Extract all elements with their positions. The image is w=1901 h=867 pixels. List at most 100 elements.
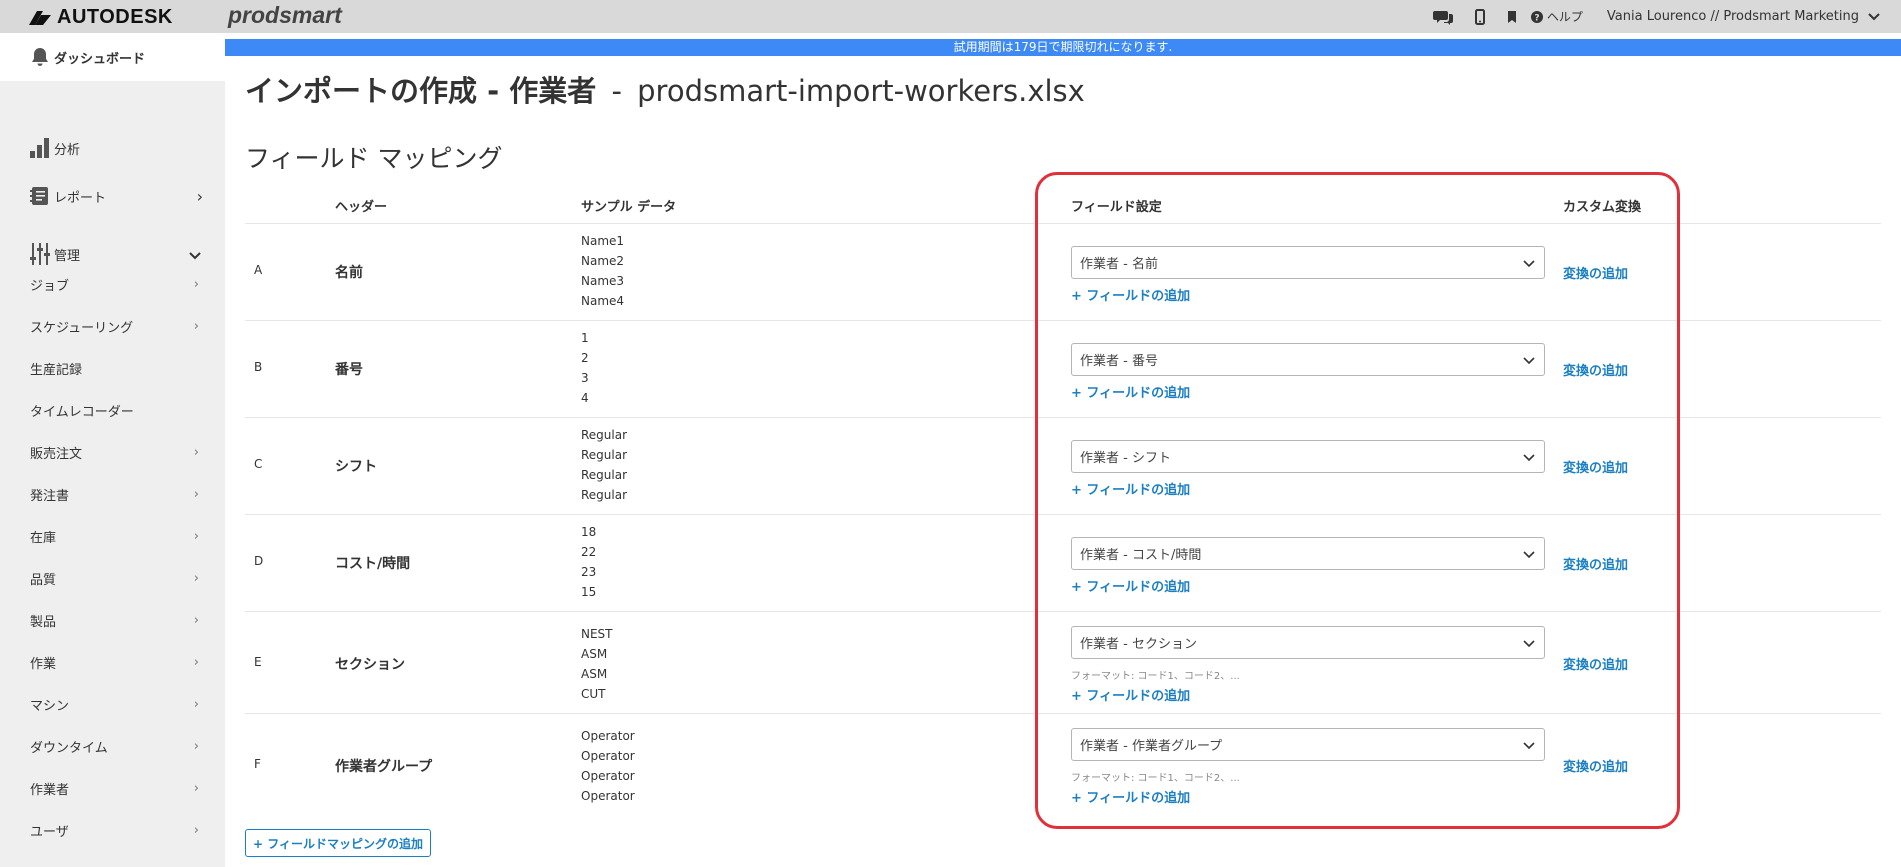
sidebar-item-operations[interactable]: 作業 ›	[0, 651, 225, 673]
prodsmart-logo[interactable]: prodsmart	[228, 2, 342, 29]
chat-icon[interactable]	[1432, 9, 1453, 25]
chevron-right-icon: ›	[193, 486, 199, 502]
add-transform-link[interactable]: 変換の追加	[1563, 263, 1628, 282]
trial-banner: 試用期間は179日で期限切れになります.	[225, 39, 1901, 56]
field-select[interactable]: 作業者 - 番号	[1071, 343, 1545, 376]
sidebar-item-label: ユーザ	[30, 824, 69, 840]
user-menu[interactable]: Vania Lourenco // Prodsmart Marketing	[1607, 9, 1881, 24]
sidebar-item-admin[interactable]: 管理	[0, 239, 225, 269]
sidebar-item-label: 発注書	[30, 488, 70, 504]
sidebar-item-products[interactable]: 製品 ›	[0, 609, 225, 631]
sidebar-item-jobs[interactable]: ジョブ ›	[0, 273, 225, 295]
page-title-separator: -	[611, 74, 622, 108]
chevron-down-icon	[189, 245, 201, 264]
add-transform-link[interactable]: 変換の追加	[1563, 756, 1628, 775]
row-samples: Regular Regular Regular Regular	[581, 425, 627, 505]
sample-value: Name4	[581, 294, 625, 308]
format-hint: フォーマット: コード1、コード2、...	[1071, 671, 1240, 682]
add-field-link[interactable]: + フィールドの追加	[1071, 787, 1190, 806]
bookmark-icon[interactable]	[1507, 10, 1517, 24]
sidebar-item-purchase-orders[interactable]: 発注書 ›	[0, 483, 225, 505]
sidebar-item-time-recorder[interactable]: タイムレコーダー	[0, 399, 225, 421]
sidebar-item-label: 分析	[54, 142, 81, 158]
sample-value: Operator	[581, 769, 635, 783]
sidebar-item-quality[interactable]: 品質 ›	[0, 567, 225, 589]
top-actions: ? ヘルプ Vania Lourenco // Prodsmart Market…	[1411, 0, 1881, 33]
row-header: セクション	[335, 657, 405, 673]
row-samples: 18 22 23 15	[581, 522, 596, 602]
sample-value: Operator	[581, 729, 635, 743]
add-transform-link[interactable]: 変換の追加	[1563, 457, 1628, 476]
sidebar-item-label: 品質	[30, 572, 57, 588]
field-select[interactable]: 作業者 - 作業者グループ	[1071, 728, 1545, 761]
user-label: Vania Lourenco // Prodsmart Marketing	[1606, 9, 1859, 24]
page-title: インポートの作成 - 作業者 - prodsmart-import-worker…	[245, 68, 1085, 110]
report-icon	[30, 185, 50, 207]
bar-chart-icon	[30, 137, 50, 159]
column-header-header: ヘッダー	[335, 200, 388, 215]
sidebar-item-scheduling[interactable]: スケジューリング ›	[0, 315, 225, 337]
sample-value: Name3	[581, 274, 625, 288]
sample-value: Regular	[581, 488, 628, 502]
sample-value: Name1	[581, 234, 625, 248]
chevron-right-icon: ›	[196, 186, 203, 206]
sample-value: CUT	[581, 687, 606, 701]
sidebar-item-label: 作業者	[30, 782, 70, 798]
chevron-right-icon: ›	[193, 780, 199, 796]
field-select[interactable]: 作業者 - シフト	[1071, 440, 1545, 473]
field-select-value: 作業者 - 名前	[1080, 257, 1158, 272]
sidebar-item-dashboard[interactable]: ダッシュボード	[0, 33, 225, 81]
sidebar-item-inventory[interactable]: 在庫 ›	[0, 525, 225, 547]
row-letter: F	[254, 757, 261, 771]
chevron-down-icon	[1868, 12, 1880, 20]
sidebar-item-sales-orders[interactable]: 販売注文 ›	[0, 441, 225, 463]
sidebar-item-production-records[interactable]: 生産記録	[0, 357, 225, 379]
row-samples: Name1 Name2 Name3 Name4	[581, 231, 624, 311]
row-header: コスト/時間	[335, 556, 411, 572]
sample-value: 3	[581, 371, 589, 385]
sidebar-item-label: タイムレコーダー	[30, 404, 134, 420]
row-header: シフト	[335, 459, 377, 475]
mobile-icon[interactable]	[1474, 8, 1485, 25]
chevron-right-icon: ›	[193, 654, 199, 670]
add-field-link[interactable]: + フィールドの追加	[1071, 285, 1190, 304]
table-row: B 番号 1 2 3 4 作業者 - 番号 + フィールドの追加 変換の追加	[245, 320, 1881, 417]
chevron-right-icon: ›	[193, 318, 199, 334]
chevron-right-icon: ›	[193, 612, 199, 628]
row-letter: D	[254, 554, 264, 568]
sidebar-item-machines[interactable]: マシン ›	[0, 693, 225, 715]
field-select[interactable]: 作業者 - セクション	[1071, 626, 1545, 659]
field-select-value: 作業者 - 作業者グループ	[1080, 739, 1223, 754]
format-hint: フォーマット: コード1、コード2、...	[1071, 773, 1240, 784]
sidebar-item-users[interactable]: ユーザ ›	[0, 819, 225, 841]
sidebar-item-workers[interactable]: 作業者 ›	[0, 777, 225, 799]
add-transform-link[interactable]: 変換の追加	[1563, 654, 1628, 673]
add-transform-link[interactable]: 変換の追加	[1563, 360, 1628, 379]
table-row: D コスト/時間 18 22 23 15 作業者 - コスト/時間 + フィール…	[245, 514, 1881, 611]
sample-value: NEST	[581, 627, 613, 641]
sidebar: ダッシュボード 分析 レポート › 管理 ジョブ › スケジューリング › 生産…	[0, 33, 225, 867]
row-samples: NEST ASM ASM CUT	[581, 624, 613, 704]
sidebar-item-downtime[interactable]: ダウンタイム ›	[0, 735, 225, 757]
add-field-link[interactable]: + フィールドの追加	[1071, 479, 1190, 498]
sample-value: 2	[581, 351, 589, 365]
sample-value: Name2	[581, 254, 625, 268]
help-link[interactable]: ? ヘルプ	[1530, 8, 1583, 25]
sidebar-item-label: 販売注文	[30, 446, 83, 462]
chevron-right-icon: ›	[193, 276, 199, 292]
field-select[interactable]: 作業者 - コスト/時間	[1071, 537, 1545, 570]
add-transform-link[interactable]: 変換の追加	[1563, 554, 1628, 573]
sidebar-item-label: 生産記録	[30, 362, 83, 378]
sample-value: ASM	[581, 667, 608, 681]
add-field-link[interactable]: + フィールドの追加	[1071, 382, 1190, 401]
autodesk-logo[interactable]: AUTODESK	[29, 6, 173, 29]
add-field-link[interactable]: + フィールドの追加	[1071, 576, 1190, 595]
field-select[interactable]: 作業者 - 名前	[1071, 246, 1545, 279]
add-field-link[interactable]: + フィールドの追加	[1071, 685, 1190, 704]
sample-value: Operator	[581, 789, 635, 803]
row-header: 名前	[335, 265, 363, 281]
row-header: 作業者グループ	[335, 759, 433, 775]
add-field-mapping-button[interactable]: + フィールドマッピングの追加	[245, 829, 431, 857]
sidebar-item-reports[interactable]: レポート ›	[0, 181, 225, 211]
sidebar-item-analytics[interactable]: 分析	[0, 133, 225, 163]
